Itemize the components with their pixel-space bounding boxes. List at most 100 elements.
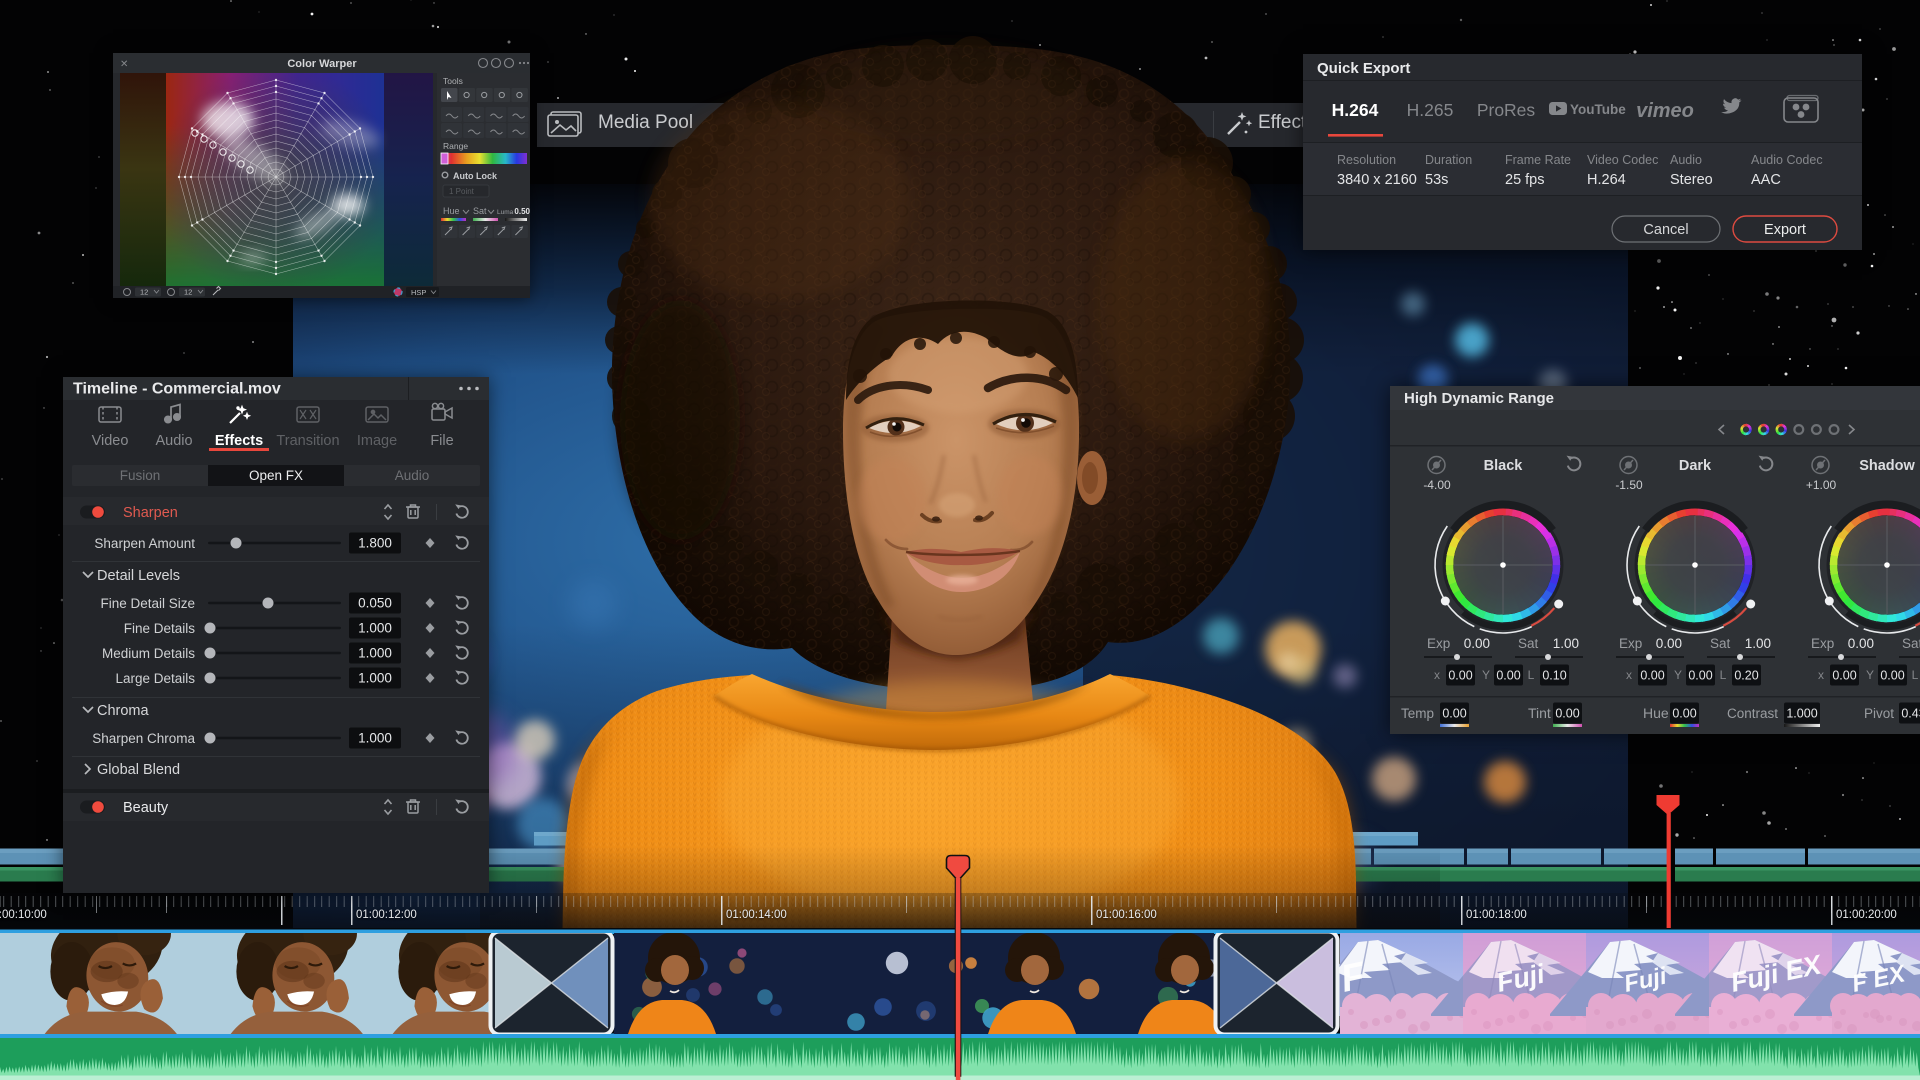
svg-text:L: L — [1720, 668, 1727, 682]
svg-text:Frame Rate: Frame Rate — [1505, 153, 1571, 167]
svg-text:x: x — [1434, 668, 1440, 682]
svg-text:Sat: Sat — [1902, 636, 1920, 651]
svg-text:Detail Levels: Detail Levels — [97, 568, 180, 584]
svg-text:Y: Y — [1482, 668, 1490, 682]
svg-text:-1.50: -1.50 — [1615, 478, 1643, 492]
svg-text:1.800: 1.800 — [358, 536, 392, 551]
svg-text:x: x — [1818, 668, 1824, 682]
svg-text:0.00: 0.00 — [1448, 669, 1472, 683]
svg-text:Sat: Sat — [1518, 636, 1539, 651]
svg-text:Sharpen Chroma: Sharpen Chroma — [92, 731, 195, 746]
svg-text:High Dynamic Range: High Dynamic Range — [1404, 390, 1554, 407]
svg-text:Chroma: Chroma — [97, 703, 150, 719]
svg-text:1.000: 1.000 — [358, 621, 392, 636]
svg-text:12: 12 — [140, 288, 148, 297]
svg-text:Range: Range — [443, 141, 468, 151]
svg-text:0.00: 0.00 — [1640, 669, 1664, 683]
svg-text:Tint: Tint — [1528, 705, 1551, 721]
svg-text:Exp: Exp — [1619, 636, 1642, 651]
svg-text:Image: Image — [357, 433, 397, 449]
svg-text:Hue: Hue — [1643, 705, 1669, 721]
svg-text:Fusion: Fusion — [120, 468, 161, 483]
svg-text:Quick Export: Quick Export — [1317, 60, 1410, 77]
svg-text:✕: ✕ — [120, 59, 128, 70]
svg-text:Sat: Sat — [473, 206, 487, 216]
svg-text:Audio: Audio — [395, 468, 430, 483]
svg-text:Global Blend: Global Blend — [97, 762, 180, 778]
svg-text:Duration: Duration — [1425, 153, 1472, 167]
svg-text:12: 12 — [184, 288, 192, 297]
svg-text:0.20: 0.20 — [1734, 669, 1758, 683]
svg-text:HSP: HSP — [411, 288, 426, 297]
svg-text:Transition: Transition — [276, 433, 339, 449]
svg-text:1.000: 1.000 — [358, 731, 392, 746]
svg-text:0.00: 0.00 — [1555, 707, 1579, 721]
svg-text:Sat: Sat — [1710, 636, 1731, 651]
svg-text:0.00: 0.00 — [1848, 636, 1874, 651]
svg-text:Exp: Exp — [1811, 636, 1834, 651]
svg-text:Fine Detail Size: Fine Detail Size — [100, 596, 195, 611]
svg-text:1.00: 1.00 — [1553, 636, 1579, 651]
svg-text:0.435: 0.435 — [1901, 707, 1920, 721]
svg-text:0.00: 0.00 — [1832, 669, 1856, 683]
svg-text:Video: Video — [92, 433, 129, 449]
svg-text:3840 x 2160: 3840 x 2160 — [1337, 172, 1417, 188]
svg-text:1 Point: 1 Point — [449, 187, 475, 196]
svg-text:AAC: AAC — [1751, 172, 1781, 188]
svg-text:0.00: 0.00 — [1672, 707, 1696, 721]
svg-text:Large Details: Large Details — [115, 671, 195, 686]
svg-text:0.00: 0.00 — [1496, 669, 1520, 683]
svg-text:0.10: 0.10 — [1542, 669, 1566, 683]
svg-text:1.000: 1.000 — [358, 646, 392, 661]
svg-text:0.00: 0.00 — [1464, 636, 1490, 651]
svg-text:Sharpen: Sharpen — [123, 505, 178, 521]
svg-text:Cancel: Cancel — [1643, 222, 1688, 238]
svg-text:0.50: 0.50 — [514, 207, 530, 216]
svg-text:Audio: Audio — [155, 433, 192, 449]
svg-text:Open FX: Open FX — [249, 468, 303, 483]
svg-text:1.000: 1.000 — [358, 671, 392, 686]
svg-text:ProRes: ProRes — [1477, 100, 1536, 120]
svg-text:H.265: H.265 — [1407, 100, 1454, 120]
svg-text:L: L — [1528, 668, 1535, 682]
svg-text:x: x — [1626, 668, 1632, 682]
svg-text:YouTube: YouTube — [1570, 102, 1626, 117]
svg-text:Export: Export — [1764, 222, 1806, 238]
svg-text:Timeline - Commercial.mov: Timeline - Commercial.mov — [73, 381, 281, 398]
svg-text:53s: 53s — [1425, 172, 1448, 188]
svg-text:-4.00: -4.00 — [1423, 478, 1451, 492]
svg-text:Color Warper: Color Warper — [287, 58, 357, 70]
svg-text:L: L — [1912, 668, 1919, 682]
svg-text:Hue: Hue — [443, 206, 460, 216]
svg-text:Video Codec: Video Codec — [1587, 153, 1658, 167]
svg-text:1.000: 1.000 — [1786, 707, 1817, 721]
svg-text:Pivot: Pivot — [1864, 706, 1894, 721]
svg-text:Luma: Luma — [497, 209, 514, 216]
svg-text:Sharpen Amount: Sharpen Amount — [94, 536, 195, 551]
svg-text:H.264: H.264 — [1587, 172, 1626, 188]
svg-text:Beauty: Beauty — [123, 800, 169, 816]
svg-text:Audio Codec: Audio Codec — [1751, 153, 1823, 167]
svg-text:Audio: Audio — [1670, 153, 1702, 167]
svg-text:File: File — [430, 433, 453, 449]
svg-text:Auto Lock: Auto Lock — [453, 171, 498, 181]
svg-text:Exp: Exp — [1427, 636, 1450, 651]
svg-text:Y: Y — [1674, 668, 1682, 682]
svg-text:0.00: 0.00 — [1656, 636, 1682, 651]
svg-text:Tools: Tools — [443, 76, 463, 86]
svg-text:Y: Y — [1866, 668, 1874, 682]
svg-text:1.00: 1.00 — [1745, 636, 1771, 651]
svg-text:+1.00: +1.00 — [1806, 478, 1837, 492]
svg-text:Medium Details: Medium Details — [102, 646, 195, 661]
svg-text:25 fps: 25 fps — [1505, 172, 1545, 188]
svg-text:0.00: 0.00 — [1442, 707, 1466, 721]
svg-text:H.264: H.264 — [1332, 100, 1379, 120]
svg-text:Contrast: Contrast — [1727, 706, 1778, 721]
svg-text:Shadow: Shadow — [1859, 458, 1915, 474]
svg-text:Dark: Dark — [1679, 458, 1712, 474]
svg-text:vimeo: vimeo — [1636, 100, 1694, 122]
svg-text:0.00: 0.00 — [1688, 669, 1712, 683]
svg-text:0.00: 0.00 — [1880, 669, 1904, 683]
svg-text:Resolution: Resolution — [1337, 153, 1396, 167]
svg-text:0.050: 0.050 — [358, 596, 392, 611]
